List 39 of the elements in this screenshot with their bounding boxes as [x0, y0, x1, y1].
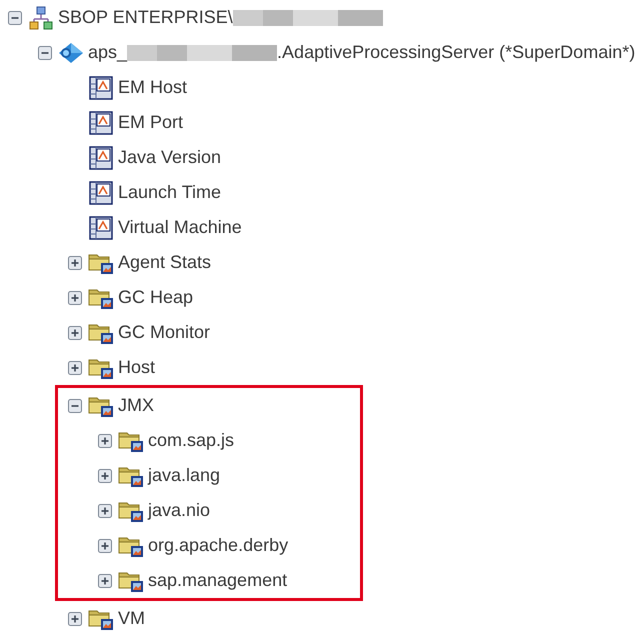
chart-window-icon: [88, 110, 114, 134]
tree-item-label[interactable]: java.lang: [148, 465, 220, 486]
chart-window-icon: [88, 146, 114, 170]
tree-item-label[interactable]: EM Host: [118, 77, 188, 98]
tree-item-label[interactable]: Launch Time: [118, 182, 222, 203]
expand-icon[interactable]: [98, 434, 112, 448]
tree-item-label[interactable]: EM Port: [118, 112, 184, 133]
tree-item-label[interactable]: GC Heap: [118, 287, 194, 308]
expand-icon[interactable]: [98, 538, 112, 552]
tree-item-label[interactable]: JMX: [118, 395, 154, 416]
expand-icon[interactable]: [68, 256, 82, 270]
expand-icon[interactable]: [68, 290, 82, 304]
expand-icon[interactable]: [98, 574, 112, 588]
collapse-icon[interactable]: [68, 398, 82, 412]
tree-item-label[interactable]: java.nio: [148, 500, 210, 521]
tree-item-label[interactable]: GC Monitor: [118, 322, 210, 343]
expand-icon[interactable]: [68, 326, 82, 340]
expand-icon[interactable]: [98, 468, 112, 482]
collapse-icon[interactable]: [8, 10, 22, 24]
chart-window-icon: [88, 216, 114, 240]
tree-item-label[interactable]: aps_: [88, 42, 128, 63]
tree-item-label[interactable]: Host: [118, 357, 156, 378]
diamond-icon: [58, 40, 84, 64]
tree-item-label[interactable]: Java Version: [118, 147, 222, 168]
expand-icon[interactable]: [68, 360, 82, 374]
expand-icon[interactable]: [98, 504, 112, 518]
chart-window-icon: [88, 180, 114, 204]
tree-item-label[interactable]: SBOP ENTERPRISE\: [58, 7, 233, 28]
tree-item-label[interactable]: sap.management: [148, 570, 288, 591]
chart-window-icon: [88, 76, 114, 100]
tree-item-label: .AdaptiveProcessingServer (*SuperDomain*): [277, 42, 636, 63]
tree-item-label[interactable]: Virtual Machine: [118, 217, 242, 238]
tree-item-label[interactable]: Agent Stats: [118, 252, 212, 273]
collapse-icon[interactable]: [38, 46, 52, 60]
hierarchy-icon: [28, 6, 54, 30]
tree-item-label[interactable]: com.sap.js: [148, 430, 234, 451]
tree-item-label[interactable]: VM: [118, 608, 145, 629]
tree-item-label[interactable]: org.apache.derby: [148, 535, 288, 556]
expand-icon[interactable]: [68, 612, 82, 626]
